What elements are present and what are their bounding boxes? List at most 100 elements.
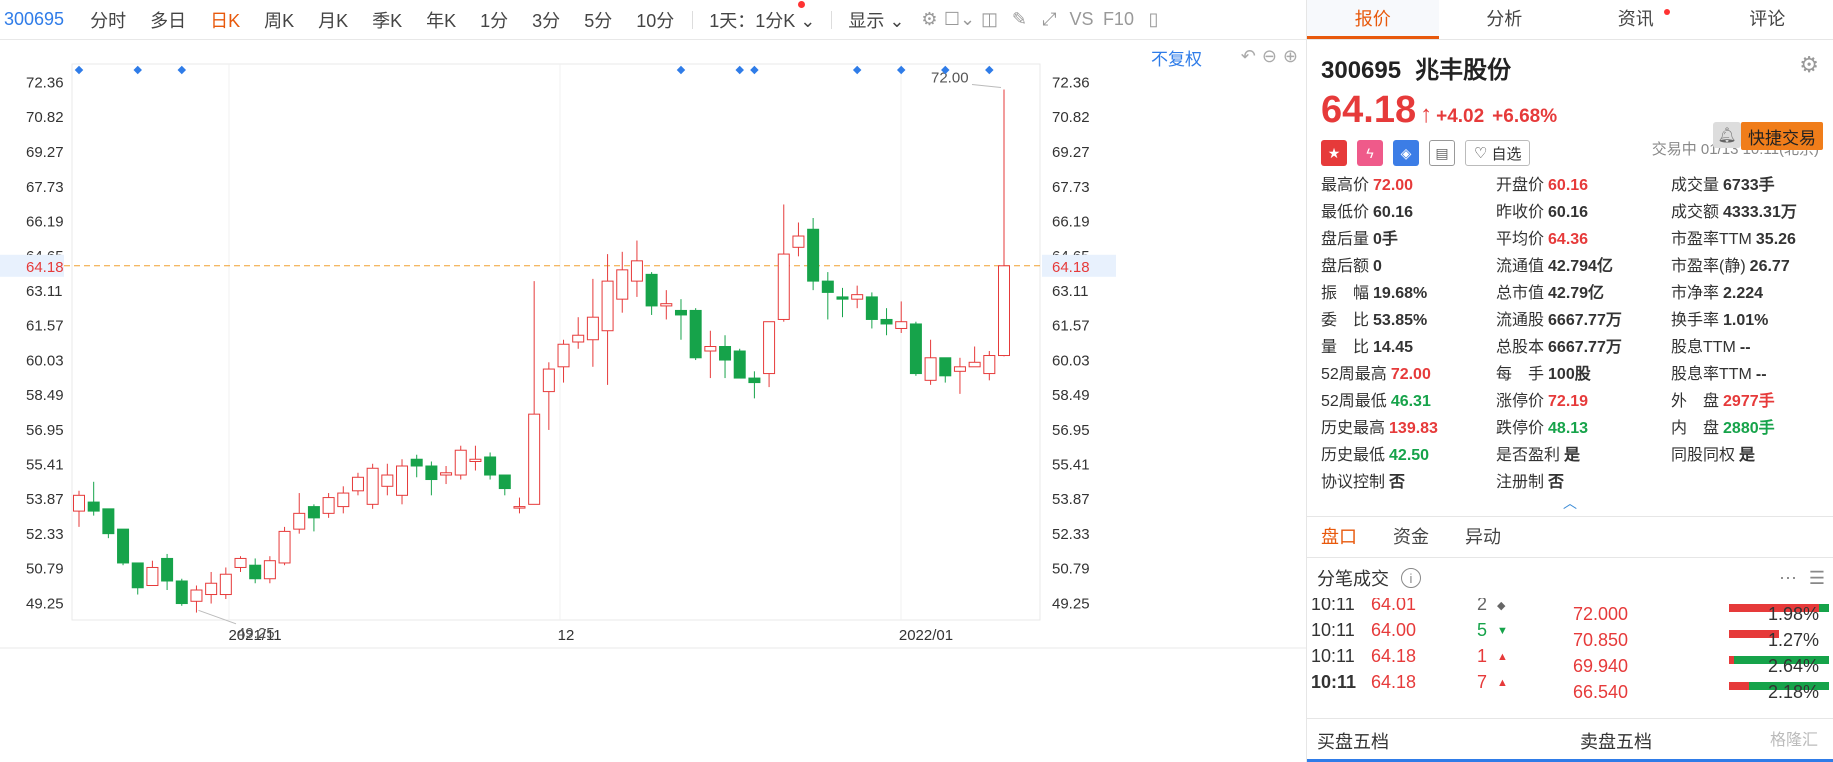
y-tick-left: 53.87 <box>26 491 64 508</box>
vs-button[interactable]: VS <box>1064 5 1098 35</box>
quote-cell: 盘后量 0手 <box>1321 226 1496 253</box>
candle <box>880 308 893 336</box>
period-tab[interactable]: 季K <box>360 7 414 33</box>
period-tab[interactable]: 周K <box>252 7 306 33</box>
multi-day-dropdown[interactable]: 1天：1分K ⌄ <box>699 0 825 33</box>
y-tick-left: 60.03 <box>26 352 64 369</box>
subtab-1[interactable]: 资金 <box>1393 516 1429 558</box>
lightning-icon[interactable]: ϟ <box>1357 140 1383 166</box>
event-marker-icon[interactable] <box>735 65 744 75</box>
subtab-0[interactable]: 盘口 <box>1321 516 1357 558</box>
candle <box>396 459 409 505</box>
pencil-icon[interactable]: ✎ <box>1004 5 1034 35</box>
tab-3[interactable]: 评论 <box>1702 0 1833 39</box>
subtab-2[interactable]: 异动 <box>1465 516 1501 558</box>
add-watchlist-button[interactable]: ♡ 自选 <box>1465 140 1531 166</box>
quote-key: 量 比 <box>1321 339 1370 356</box>
candle-body <box>146 566 159 587</box>
event-marker-icon[interactable] <box>676 65 686 75</box>
f10-button[interactable]: F10 <box>1098 5 1138 35</box>
kline-chart[interactable]: 72.36 72.36 70.82 70.82 69.27 69.27 67.73 67.73… <box>0 40 1306 762</box>
period-tab[interactable]: 多日 <box>138 7 198 33</box>
quote-cell: 市盈率TTM 35.26 <box>1671 226 1833 253</box>
bookmark-icon[interactable]: ▤ <box>1429 140 1455 166</box>
event-marker-icon[interactable] <box>985 65 994 75</box>
event-marker-icon[interactable] <box>852 65 862 75</box>
candle-body <box>542 368 555 393</box>
candle <box>263 556 276 584</box>
ticks-body[interactable]: 10:11 64.01 2 ◆ 10:11 64.00 5 ▼ 10:11 64.18 1 ▲ 10:1… <box>1307 598 1833 706</box>
square-select-icon[interactable]: ☐⌄ <box>944 5 975 35</box>
event-marker-icon[interactable] <box>133 65 142 75</box>
undo-icon[interactable]: ↶ <box>1241 46 1256 67</box>
y-tick-right: 70.82 <box>1052 109 1090 126</box>
event-marker-icon[interactable] <box>177 65 187 75</box>
candle <box>513 497 526 514</box>
candle-body <box>616 269 629 300</box>
quote-value: 是 <box>1739 447 1756 464</box>
bell-icon[interactable]: 🔔︎ <box>1713 122 1741 148</box>
quote-key: 是否盈利 <box>1496 447 1561 464</box>
candle-body <box>660 303 673 307</box>
y-tick-right: 61.57 <box>1052 318 1090 335</box>
period-tab[interactable]: 日K <box>198 7 252 33</box>
period-tab[interactable]: 月K <box>306 7 360 33</box>
zoom-in-icon[interactable]: ⊕ <box>1283 46 1298 67</box>
tick-price: 64.01 <box>1371 598 1417 614</box>
gear-icon[interactable]: ⚙ <box>914 5 944 35</box>
adjustment-button[interactable]: 不复权 <box>1151 45 1202 70</box>
tab-bid-five[interactable]: 买盘五档 <box>1307 728 1570 754</box>
settings-gear-icon[interactable]: ⚙ <box>1799 52 1819 78</box>
quote-value: 60.16 <box>1373 204 1414 221</box>
fullscreen-icon[interactable]: ⤢ <box>1034 5 1064 35</box>
candle <box>865 292 878 329</box>
zoom-out-icon[interactable]: ⊖ <box>1262 46 1277 67</box>
tab-2[interactable]: 资讯 <box>1570 0 1702 39</box>
candle <box>190 585 203 613</box>
candle <box>968 346 981 368</box>
quote-value: 53.85% <box>1373 312 1428 329</box>
y-tick-right: 56.95 <box>1052 422 1090 439</box>
quote-cell <box>1671 469 1833 496</box>
period-tab[interactable]: 3分 <box>520 7 572 33</box>
event-marker-icon[interactable] <box>74 65 84 75</box>
collapse-chevron-icon[interactable]: ︿ <box>1307 496 1833 516</box>
display-dropdown[interactable]: 显示 ⌄ <box>838 7 914 33</box>
candle <box>763 321 776 388</box>
price-change: +4.02 <box>1436 106 1485 127</box>
candle <box>719 335 732 379</box>
candle <box>131 562 144 595</box>
period-tab[interactable]: 1分 <box>468 7 520 33</box>
more-icon[interactable]: ⋯ <box>1779 568 1797 589</box>
quote-value: 42.50 <box>1389 447 1430 464</box>
period-tab[interactable]: 年K <box>414 7 468 33</box>
panel-toggle-icon[interactable]: ▯ <box>1138 5 1168 35</box>
stock-code-tab[interactable]: 300695 <box>4 9 64 30</box>
candle <box>484 452 497 480</box>
tag-icon[interactable]: ◈ <box>1393 140 1419 166</box>
candle-body <box>131 562 144 589</box>
tab-0[interactable]: 报价 <box>1307 0 1439 39</box>
candle-body <box>689 309 702 359</box>
camera-icon[interactable]: ◫ <box>974 5 1004 35</box>
tab-1[interactable]: 分析 <box>1439 0 1571 39</box>
period-tab[interactable]: 5分 <box>572 7 624 33</box>
info-icon[interactable]: i <box>1401 568 1421 588</box>
high-leader-line <box>971 83 1002 88</box>
candle <box>102 508 115 539</box>
candle-body <box>968 361 981 368</box>
event-marker-icon[interactable] <box>896 65 906 75</box>
tick-time: 10:11 <box>1311 672 1357 692</box>
quick-trade-button[interactable]: 快捷交易 <box>1741 122 1823 150</box>
tick-volume: 5 <box>1477 620 1488 640</box>
market-subtabs: 盘口 资金 异动 <box>1307 516 1833 558</box>
candle-body <box>924 357 937 381</box>
event-marker-icon[interactable] <box>750 65 759 75</box>
candle-body <box>733 350 746 379</box>
period-tab[interactable]: 分时 <box>78 7 138 33</box>
period-tab[interactable]: 10分 <box>624 7 686 33</box>
list-icon[interactable]: ☰ <box>1809 568 1825 589</box>
candle <box>146 560 159 587</box>
quote-key: 昨收价 <box>1496 204 1545 221</box>
quote-value: 72.00 <box>1373 177 1414 194</box>
